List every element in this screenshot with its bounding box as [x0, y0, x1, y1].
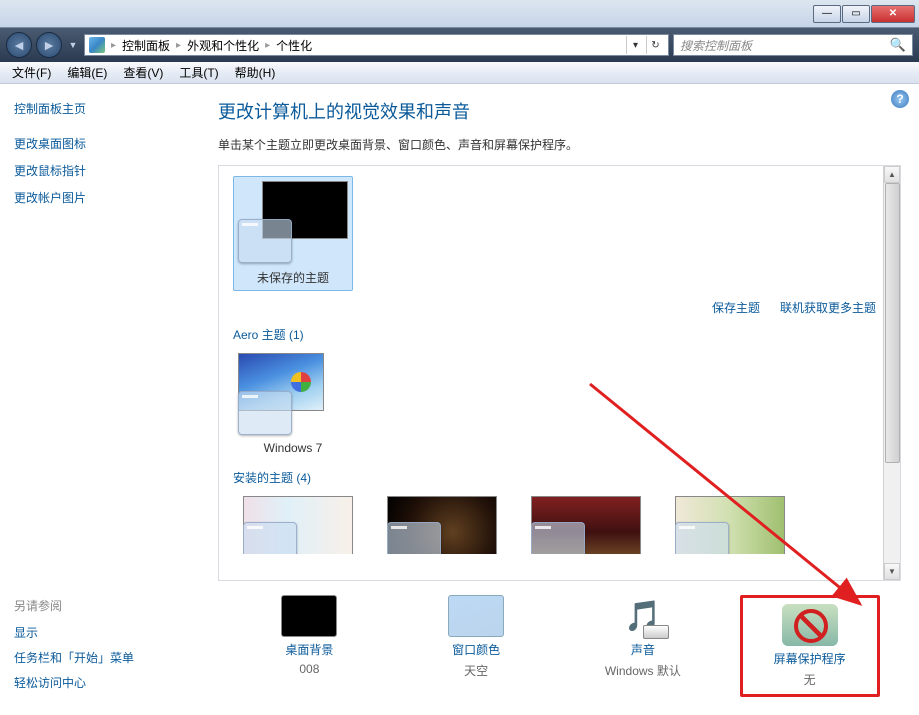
body: 控制面板主页 更改桌面图标 更改鼠标指针 更改帐户图片 另请参阅 显示 任务栏和…	[0, 84, 919, 715]
window-color-icon	[448, 595, 504, 637]
breadcrumb-sep: ▸	[176, 40, 181, 51]
sound-icon: 🎵	[615, 595, 671, 637]
breadcrumb-appearance[interactable]: 外观和个性化	[187, 37, 259, 54]
page-subtitle: 单击某个主题立即更改桌面背景、窗口颜色、声音和屏幕保护程序。	[218, 136, 901, 153]
nav-history-dropdown[interactable]: ▼	[66, 36, 80, 54]
setting-screensaver[interactable]: 屏幕保护程序 无	[740, 595, 880, 697]
section-installed: 安装的主题 (4)	[233, 469, 886, 486]
setting-label: 屏幕保护程序	[774, 650, 846, 667]
help-button[interactable]: ?	[891, 90, 909, 108]
close-button[interactable]: ✕	[871, 5, 915, 23]
theme-installed-3[interactable]	[521, 492, 651, 564]
theme-windows7[interactable]: Windows 7	[233, 349, 353, 459]
settings-row: 桌面背景 008 窗口颜色 天空 🎵 声音 Windows 默认	[218, 581, 901, 715]
theme-list: 未保存的主题 保存主题 联机获取更多主题 Aero 主题 (1) Windows…	[218, 165, 901, 581]
breadcrumb-sep: ▸	[111, 40, 116, 51]
menubar: 文件(F) 编辑(E) 查看(V) 工具(T) 帮助(H)	[0, 62, 919, 84]
sidebar-change-account-picture[interactable]: 更改帐户图片	[14, 189, 186, 206]
sidebar-home[interactable]: 控制面板主页	[14, 100, 186, 117]
menu-tools[interactable]: 工具(T)	[171, 62, 226, 83]
page-title: 更改计算机上的视觉效果和声音	[218, 98, 901, 124]
sidebar-change-desktop-icons[interactable]: 更改桌面图标	[14, 135, 186, 152]
menu-view[interactable]: 查看(V)	[115, 62, 171, 83]
address-bar[interactable]: ▸ 控制面板 ▸ 外观和个性化 ▸ 个性化 ▾ ↻	[84, 34, 669, 56]
link-get-more-themes[interactable]: 联机获取更多主题	[780, 299, 876, 316]
setting-value: 008	[299, 662, 319, 676]
menu-file[interactable]: 文件(F)	[4, 62, 59, 83]
refresh-button[interactable]: ↻	[646, 36, 664, 54]
desktop-background-icon	[281, 595, 337, 637]
sidebar: 控制面板主页 更改桌面图标 更改鼠标指针 更改帐户图片 另请参阅 显示 任务栏和…	[0, 84, 200, 715]
search-placeholder: 搜索控制面板	[680, 37, 752, 54]
setting-label: 窗口颜色	[452, 641, 500, 658]
theme-label: Windows 7	[264, 441, 323, 455]
menu-edit[interactable]: 编辑(E)	[59, 62, 115, 83]
theme-unsaved[interactable]: 未保存的主题	[233, 176, 353, 291]
setting-value: 无	[804, 671, 816, 688]
sidebar-display[interactable]: 显示	[14, 624, 186, 641]
link-save-theme[interactable]: 保存主题	[712, 299, 760, 316]
section-aero: Aero 主题 (1)	[233, 326, 886, 343]
forward-button[interactable]: ►	[36, 32, 62, 58]
setting-label: 声音	[631, 641, 655, 658]
personalization-window: — ▭ ✕ ◄ ► ▼ ▸ 控制面板 ▸ 外观和个性化 ▸ 个性化 ▾ ↻ 搜索…	[0, 0, 919, 715]
scroll-down-button[interactable]: ▼	[884, 563, 900, 580]
search-input[interactable]: 搜索控制面板 🔍	[673, 34, 913, 56]
sidebar-change-mouse-pointers[interactable]: 更改鼠标指针	[14, 162, 186, 179]
scroll-thumb[interactable]	[885, 183, 900, 463]
theme-installed-4[interactable]	[665, 492, 795, 564]
theme-installed-1[interactable]	[233, 492, 363, 564]
navbar: ◄ ► ▼ ▸ 控制面板 ▸ 外观和个性化 ▸ 个性化 ▾ ↻ 搜索控制面板 🔍	[0, 28, 919, 62]
scroll-up-button[interactable]: ▲	[884, 166, 900, 183]
maximize-button[interactable]: ▭	[842, 5, 870, 23]
sidebar-see-also: 另请参阅	[14, 597, 186, 614]
breadcrumb-root[interactable]: 控制面板	[122, 37, 170, 54]
breadcrumb-sep: ▸	[265, 40, 270, 51]
setting-value: Windows 默认	[605, 662, 681, 679]
theme-installed-2[interactable]	[377, 492, 507, 564]
sidebar-ease-of-access[interactable]: 轻松访问中心	[14, 674, 186, 691]
scrollbar[interactable]: ▲ ▼	[883, 166, 900, 580]
titlebar: — ▭ ✕	[0, 0, 919, 28]
setting-window-color[interactable]: 窗口颜色 天空	[406, 595, 546, 679]
minimize-button[interactable]: —	[813, 5, 841, 23]
setting-sound[interactable]: 🎵 声音 Windows 默认	[573, 595, 713, 679]
menu-help[interactable]: 帮助(H)	[227, 62, 284, 83]
setting-label: 桌面背景	[285, 641, 333, 658]
address-dropdown[interactable]: ▾	[626, 36, 644, 54]
setting-value: 天空	[464, 662, 488, 679]
breadcrumb-personalization[interactable]: 个性化	[276, 37, 312, 54]
back-button[interactable]: ◄	[6, 32, 32, 58]
setting-desktop-background[interactable]: 桌面背景 008	[239, 595, 379, 676]
screensaver-icon	[782, 604, 838, 646]
sidebar-taskbar-start[interactable]: 任务栏和「开始」菜单	[14, 649, 186, 666]
theme-label: 未保存的主题	[257, 269, 329, 286]
content: ? 更改计算机上的视觉效果和声音 单击某个主题立即更改桌面背景、窗口颜色、声音和…	[200, 84, 919, 715]
search-icon[interactable]: 🔍	[890, 37, 906, 53]
control-panel-icon	[89, 37, 105, 53]
